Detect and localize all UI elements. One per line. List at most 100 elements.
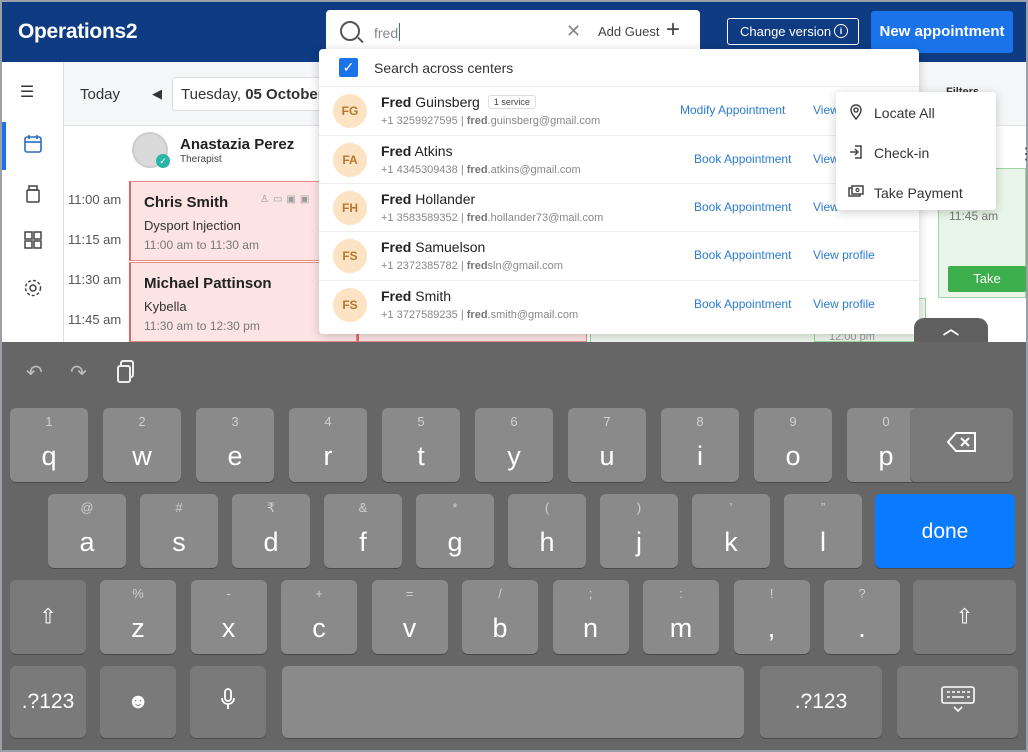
space-key[interactable] (282, 666, 744, 738)
list-item[interactable]: FS Fred Samuelson +1 2372385782 | fredsl… (319, 231, 919, 280)
book-appointment-link[interactable]: Book Appointment (694, 297, 791, 311)
key-z[interactable]: % z (100, 580, 176, 654)
key-w[interactable]: 2w (103, 408, 181, 482)
microphone-key[interactable] (190, 666, 266, 738)
search-query[interactable]: fred (374, 23, 401, 41)
settings-icon[interactable] (22, 278, 44, 300)
guest-name: Fred Guinsberg 1 service (381, 94, 536, 110)
key-c[interactable]: + c (281, 580, 357, 654)
key-label: h (539, 527, 555, 557)
key-g[interactable]: * g (416, 494, 494, 568)
shift-key[interactable]: ⇧ (913, 580, 1016, 654)
menu-icon[interactable]: ☰ (16, 82, 38, 104)
payment-icon (848, 184, 864, 200)
view-profile-link[interactable]: View profile (813, 248, 875, 262)
today-button[interactable]: Today (80, 86, 120, 103)
avatar: FS (333, 288, 367, 322)
shift-key[interactable]: ⇧ (10, 580, 86, 654)
more-options-icon[interactable]: ⋮ (1018, 144, 1028, 164)
key-h[interactable]: (h (508, 494, 586, 568)
book-appointment-link[interactable]: Book Appointment (694, 200, 791, 214)
key-hint: 3 (231, 414, 239, 429)
sidebar-active-indicator (2, 122, 6, 170)
checkbox-checked-icon[interactable]: ✓ (339, 58, 358, 77)
key-s[interactable]: # s (140, 494, 218, 568)
list-item[interactable]: FS Fred Smith +1 3727589235 | fred.smith… (319, 280, 919, 329)
emoji-key[interactable]: ☻ (100, 666, 176, 738)
key-label: f (359, 527, 367, 557)
key-hint: # (175, 500, 183, 515)
key-hint: % (132, 586, 144, 601)
view-profile-link[interactable]: View (813, 152, 839, 166)
numbers-key[interactable]: .?123 (760, 666, 882, 738)
date-picker[interactable]: Tuesday, 05 October (172, 77, 332, 111)
time-slot-label: 11:00 am (68, 192, 122, 207)
key-,[interactable]: !, (733, 580, 810, 654)
key-f[interactable]: & f (324, 494, 402, 568)
search-input[interactable]: fred ✕ Add Guest + (326, 10, 700, 54)
key-n[interactable]: ; n (552, 580, 629, 654)
undo-icon[interactable]: ↶ (26, 360, 43, 385)
key-v[interactable]: = v (371, 580, 448, 654)
clipboard-icon[interactable] (116, 360, 136, 390)
key-q[interactable]: 1q (10, 408, 88, 482)
verified-icon: ✓ (156, 154, 170, 168)
key-k[interactable]: ’ k (692, 494, 770, 568)
key-o[interactable]: 9o (754, 408, 832, 482)
modify-appointment-link[interactable]: Modify Appointment (680, 103, 785, 117)
search-across-centers[interactable]: ✓ Search across centers (319, 49, 919, 86)
info-icon: i (834, 24, 848, 38)
key-i[interactable]: 8i (661, 408, 739, 482)
list-item[interactable]: FA Fred Atkins +1 4345309438 | fred.atki… (319, 135, 919, 184)
key-b[interactable]: / b (462, 580, 538, 654)
list-item[interactable]: FH Fred Hollander +1 3583589352 | fred.h… (319, 183, 919, 232)
key-j[interactable]: ) j (600, 494, 678, 568)
grid-icon[interactable] (22, 230, 44, 252)
key-r[interactable]: 4r (289, 408, 367, 482)
calendar-icon[interactable] (22, 134, 44, 156)
guest-contact: +1 4345309438 | fred.atkins@gmail.com (381, 164, 581, 176)
key-a[interactable]: @ a (48, 494, 126, 568)
key-t[interactable]: 5t (382, 408, 460, 482)
hide-keyboard-key[interactable] (897, 666, 1018, 738)
new-appointment-button[interactable]: New appointment (871, 11, 1013, 53)
guest-name: Fred Atkins (381, 143, 453, 159)
key-hint: : (679, 586, 683, 601)
menu-item-take-payment[interactable]: Take Payment (836, 174, 996, 212)
key-.[interactable]: ?. (824, 580, 900, 654)
menu-item-locate-all[interactable]: Locate All (836, 94, 996, 132)
key-hint: ; (588, 586, 593, 601)
view-profile-link[interactable]: View (813, 103, 839, 117)
backspace-key[interactable] (910, 408, 1013, 482)
key-label: w (132, 441, 152, 471)
list-item[interactable]: FG Fred Guinsberg 1 service +1 3259927595… (319, 86, 919, 135)
change-version-button[interactable]: Change version i (727, 18, 859, 45)
register-icon[interactable] (22, 184, 44, 206)
key-label: x (221, 613, 236, 643)
view-profile-link[interactable]: View profile (813, 297, 875, 311)
key-m[interactable]: :m (643, 580, 719, 654)
appointment-client: Chris Smith (144, 194, 229, 211)
add-guest-button[interactable]: Add Guest (598, 24, 659, 39)
key-label: o (785, 441, 801, 471)
redo-icon[interactable]: ↷ (70, 360, 87, 385)
numbers-key[interactable]: .?123 (10, 666, 86, 738)
book-appointment-link[interactable]: Book Appointment (694, 248, 791, 262)
clear-icon[interactable]: ✕ (566, 21, 581, 42)
plus-icon[interactable]: + (666, 16, 680, 44)
book-appointment-link[interactable]: Book Appointment (694, 152, 791, 166)
key-d[interactable]: ₹ d (232, 494, 310, 568)
key-l[interactable]: ” l (784, 494, 862, 568)
key-label: t (417, 441, 425, 471)
key-label: , (767, 613, 776, 643)
key-x[interactable]: -x (190, 580, 267, 654)
key-u[interactable]: 7u (568, 408, 646, 482)
done-key[interactable]: done (875, 494, 1015, 568)
previous-day-icon[interactable]: ◀ (152, 86, 162, 102)
take-payment-button[interactable]: Take (948, 266, 1026, 292)
key-e[interactable]: 3e (196, 408, 274, 482)
keyboard-collapse-tab[interactable]: ︿ (914, 318, 988, 342)
key-y[interactable]: 6y (475, 408, 553, 482)
view-profile-link[interactable]: View (813, 200, 839, 214)
menu-item-check-in[interactable]: Check-in (836, 134, 996, 172)
